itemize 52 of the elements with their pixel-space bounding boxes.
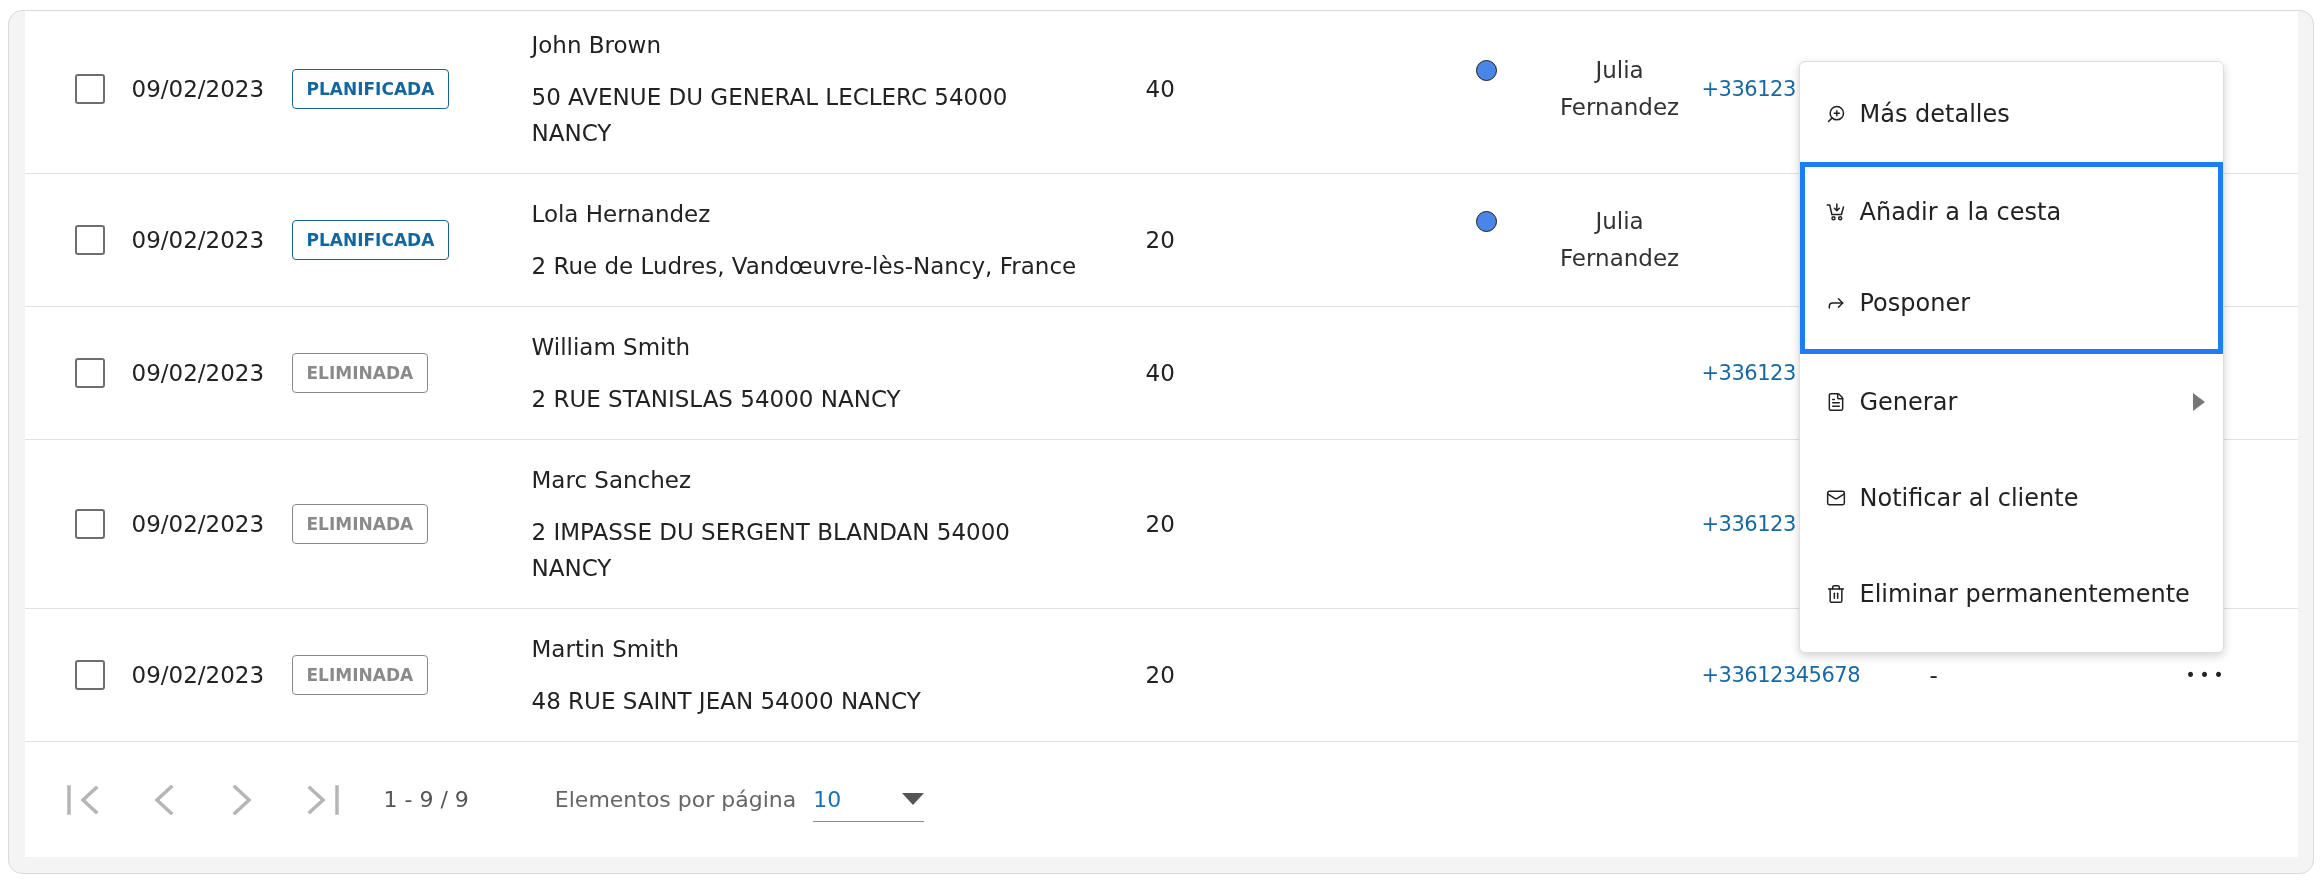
number-text: 20 [1145,226,1175,255]
customer-name: William Smith [531,333,691,362]
menu-item[interactable]: Generar [1799,353,2223,450]
zoom-in-icon [1825,103,1846,124]
order-date: 09/02/2023 [131,226,265,255]
dropdown-caret-icon [902,793,925,805]
customer-name: Marc Sanchez [531,466,692,495]
menu-item[interactable]: Eliminar permanentemente [1799,545,2223,642]
dash-text: - [1929,661,1938,690]
more-button[interactable]: ••• [2185,665,2228,685]
number-text: 40 [1145,359,1175,388]
row-checkbox[interactable] [74,358,105,388]
row-checkbox[interactable] [74,74,105,104]
trash-icon [1825,583,1846,604]
person-name: Julia Fernandez [1558,207,1681,273]
cart-icon [1825,202,1846,222]
row-checkbox[interactable] [74,660,105,690]
page-range: 1 - 9 / 9 [383,787,469,812]
customer-name: Lola Hernandez [531,200,711,229]
menu-item[interactable]: Añadir a la cesta [1799,161,2223,258]
menu-item[interactable]: Notificar al cliente [1799,449,2223,546]
number-text: 20 [1145,661,1175,690]
row-checkbox[interactable] [74,225,105,255]
customer-address: 2 Rue de Ludres, Vandœuvre-lès-Nancy, France [531,252,1077,281]
row-checkbox[interactable] [74,509,105,539]
status-badge: ELIMINADA [291,655,429,695]
customer-name: John Brown [531,31,661,60]
customer-address: 2 IMPASSE DU SERGENT BLANDAN 54000 NANCY [531,518,1011,583]
menu-item[interactable]: Posponer [1799,257,2223,354]
order-date: 09/02/2023 [131,75,265,104]
status-badge: PLANIFICADA [291,69,450,109]
per-page-label: Elementos por página [554,787,797,812]
number-text: 40 [1145,75,1175,104]
order-date: 09/02/2023 [131,359,265,388]
order-date: 09/02/2023 [131,510,265,539]
menu-item[interactable]: Más detalles [1799,65,2223,162]
number-text: 20 [1145,510,1175,539]
phone-link[interactable]: +336123 [1701,361,1796,385]
customer-address: 50 AVENUE DU GENERAL LECLERC 54000 NANCY [531,83,1009,148]
person-name: Julia Fernandez [1558,56,1681,122]
customer-address: 2 RUE STANISLAS 54000 NANCY [531,385,901,414]
phone-link[interactable]: +33612345678 [1701,663,1861,687]
customer-address: 48 RUE SAINT JEAN 54000 NANCY [531,687,921,716]
status-badge: ELIMINADA [291,504,429,544]
phone-link[interactable]: +336123 [1701,512,1796,536]
order-date: 09/02/2023 [131,661,265,690]
first-page-icon [64,784,101,815]
phone-link[interactable]: +336123 [1701,77,1796,101]
status-badge: ELIMINADA [291,353,429,393]
status-badge: PLANIFICADA [291,220,450,260]
customer-name: Martin Smith [531,635,680,664]
per-page-select[interactable]: 10 [813,777,925,822]
